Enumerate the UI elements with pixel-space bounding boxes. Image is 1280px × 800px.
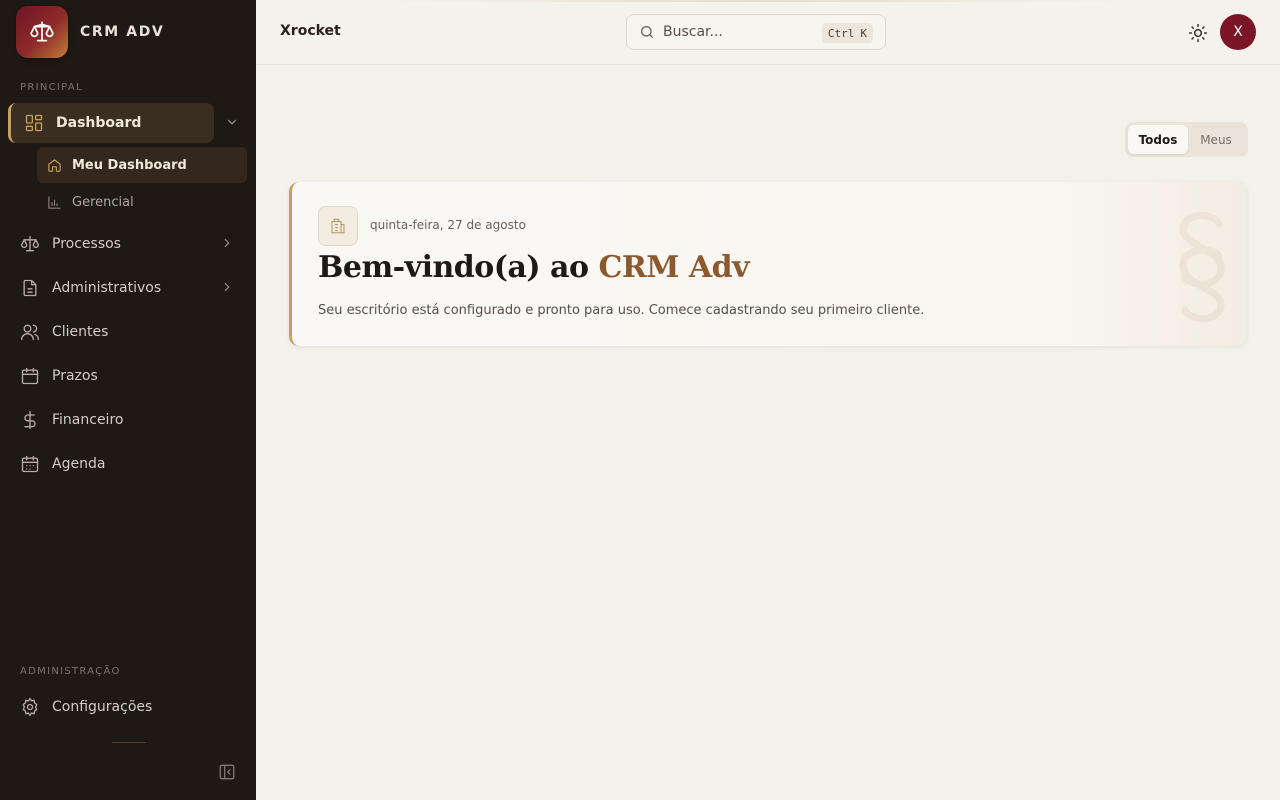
- sidebar: CRM ADV PRINCIPAL Dashboard Meu Dashboar…: [0, 0, 256, 800]
- brand[interactable]: CRM ADV: [16, 6, 164, 58]
- sidebar-item-processos[interactable]: Processos: [8, 224, 248, 264]
- chevron-right-icon: [224, 238, 230, 248]
- sidebar-subitem-label: Meu Dashboard: [72, 157, 187, 173]
- gear-icon: [22, 697, 38, 717]
- section-label-principal: PRINCIPAL: [20, 82, 83, 93]
- sidebar-item-label: Dashboard: [56, 115, 142, 131]
- sidebar-subitem-meu-dashboard[interactable]: Meu Dashboard: [37, 147, 247, 183]
- sidebar-item-label: Processos: [52, 236, 121, 252]
- sidebar-item-label: Prazos: [52, 368, 98, 384]
- sidebar-item-label: Configurações: [52, 699, 153, 715]
- sun-icon[interactable]: [1188, 23, 1208, 43]
- sidebar-item-label: Agenda: [52, 456, 106, 472]
- bar-chart-icon: [48, 195, 61, 209]
- section-label-admin: ADMINISTRAÇÃO: [20, 666, 121, 677]
- welcome-title-accent: CRM Adv: [598, 250, 750, 285]
- sidebar-item-label: Administrativos: [52, 280, 162, 296]
- sidebar-item-administrativos[interactable]: Administrativos: [8, 268, 248, 308]
- scale-icon: [21, 235, 39, 252]
- logo: [16, 6, 68, 58]
- section-sign-watermark-icon: [1179, 212, 1225, 322]
- search-icon: [641, 26, 653, 38]
- topbar: Xrocket Ctrl K X: [256, 0, 1280, 65]
- search-box[interactable]: Ctrl K: [626, 14, 886, 50]
- toggle-meus[interactable]: Meus: [1190, 125, 1242, 154]
- calendar-days-icon: [21, 455, 39, 473]
- home-icon: [48, 158, 61, 172]
- sidebar-item-dashboard[interactable]: Dashboard: [8, 103, 237, 143]
- sidebar-item-agenda[interactable]: Agenda: [8, 444, 248, 484]
- sidebar-item-financeiro[interactable]: Financeiro: [8, 400, 248, 440]
- file-text-icon: [23, 279, 37, 297]
- users-icon: [21, 324, 39, 341]
- calendar-icon: [21, 367, 39, 385]
- sidebar-divider: [112, 742, 146, 743]
- workspace-name[interactable]: Xrocket: [280, 23, 341, 39]
- sidebar-item-clientes[interactable]: Clientes: [8, 312, 248, 352]
- shortcut-key-ctrl: Ctrl: [827, 26, 855, 40]
- welcome-title: Bem-vindo(a) ao CRM Adv: [318, 250, 750, 285]
- sidebar-item-prazos[interactable]: Prazos: [8, 356, 248, 396]
- ownership-toggle: Todos Meus: [1125, 122, 1248, 157]
- welcome-title-prefix: Bem-vindo(a) ao: [318, 250, 589, 285]
- sidebar-subitem-label: Gerencial: [72, 194, 134, 210]
- sidebar-item-label: Clientes: [52, 324, 109, 340]
- search-input[interactable]: [663, 24, 813, 40]
- building-icon-box: [318, 206, 358, 246]
- avatar[interactable]: X: [1220, 14, 1256, 50]
- search-shortcut: Ctrl K: [821, 23, 873, 43]
- chevron-down-icon[interactable]: [225, 115, 239, 129]
- toggle-todos[interactable]: Todos: [1128, 125, 1188, 154]
- dollar-icon: [24, 411, 36, 429]
- layout-grid-icon: [25, 114, 43, 132]
- shortcut-key-k: K: [860, 26, 867, 40]
- welcome-card: quinta-feira, 27 de agosto Bem-vindo(a) …: [289, 182, 1247, 346]
- sidebar-item-label: Financeiro: [52, 412, 124, 428]
- sidebar-item-configuracoes[interactable]: Configurações: [8, 687, 248, 727]
- scale-icon: [30, 21, 54, 42]
- sidebar-collapse-icon[interactable]: [218, 763, 236, 781]
- welcome-date: quinta-feira, 27 de agosto: [370, 218, 526, 232]
- topbar-highlight: [380, 0, 1130, 2]
- chevron-right-icon: [224, 282, 230, 292]
- building-icon: [331, 218, 345, 234]
- brand-name: CRM ADV: [80, 24, 165, 40]
- welcome-subtitle: Seu escritório está configurado e pronto…: [318, 303, 925, 318]
- sidebar-subitem-gerencial[interactable]: Gerencial: [37, 184, 247, 220]
